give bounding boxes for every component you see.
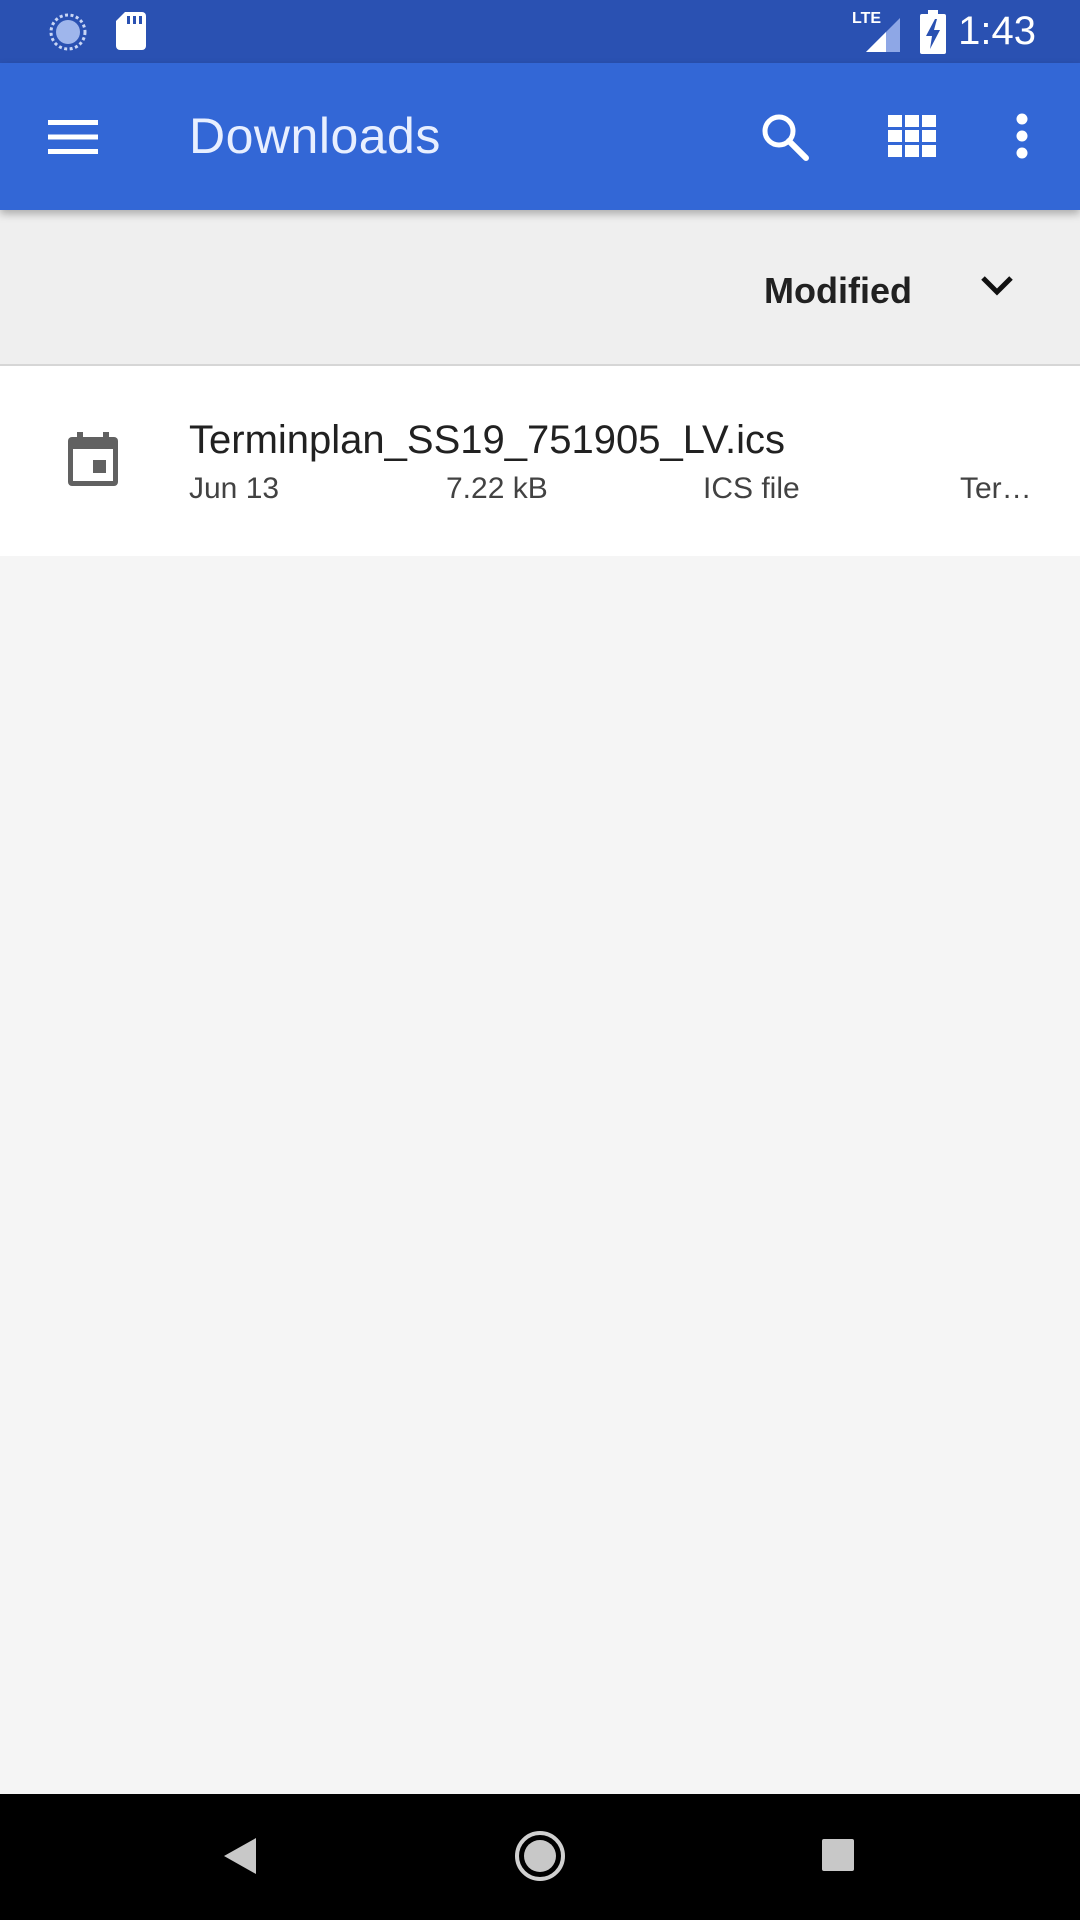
file-name: Terminplan_SS19_751905_LV.ics <box>189 418 785 462</box>
lte-signal-icon: LTE <box>852 10 902 52</box>
file-summary: Ter… <box>960 472 1032 505</box>
navigation-bar <box>0 1794 1080 1920</box>
grid-view-icon[interactable] <box>888 115 936 157</box>
app-bar: Downloads <box>0 63 1080 210</box>
sort-dropdown[interactable]: Modified <box>740 230 1040 330</box>
search-icon[interactable] <box>760 112 810 162</box>
more-vert-icon[interactable] <box>1012 113 1032 159</box>
chevron-down-icon <box>980 274 1014 298</box>
battery-charging-icon <box>920 10 946 54</box>
calendar-icon <box>68 432 118 486</box>
file-size: 7.22 kB <box>446 472 548 505</box>
menu-icon[interactable] <box>48 118 98 156</box>
recents-icon[interactable] <box>820 1837 856 1873</box>
file-type: ICS file <box>703 472 800 505</box>
status-time: 1:43 <box>958 9 1036 53</box>
sort-label: Modified <box>764 270 912 311</box>
sync-icon <box>48 12 88 52</box>
status-bar: LTE 1:43 <box>0 0 1080 63</box>
sort-bar: Modified <box>0 210 1080 366</box>
empty-content-area <box>0 556 1080 1794</box>
sd-card-icon <box>116 12 146 50</box>
page-title: Downloads <box>189 108 441 164</box>
file-date: Jun 13 <box>189 472 280 505</box>
home-icon[interactable] <box>514 1830 566 1882</box>
back-icon[interactable] <box>222 1836 258 1876</box>
list-item[interactable]: Terminplan_SS19_751905_LV.ics Jun 13 7.2… <box>0 366 1080 556</box>
